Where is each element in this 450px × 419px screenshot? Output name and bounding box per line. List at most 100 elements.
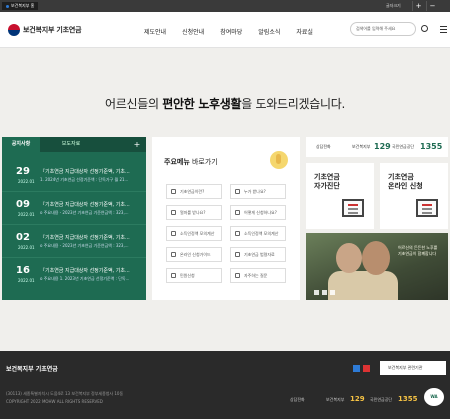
related-sites-select[interactable]: 보건복지부 관련기관: [380, 361, 446, 375]
notice-day: 09: [16, 199, 30, 210]
tab-notice[interactable]: 공지사항: [2, 137, 40, 152]
quick-link-income-calc[interactable]: 소득인정액 모의계산: [166, 226, 222, 241]
top-utility-bar: 보건복지부 홈 글자크기 + −: [0, 0, 450, 12]
notice-title: 『기초연금 지급대상자 선정기준액, 기초...: [40, 235, 130, 241]
mohw-label: 보건복지부: [352, 144, 371, 149]
person-icon: [235, 189, 240, 194]
card-title: 기초연금 온라인 신청: [388, 173, 423, 191]
hero-suffix: 을 도와드리겠습니다.: [241, 97, 345, 111]
promo-banner[interactable]: 어르신의 든든한 노후를 기초연금이 함께합니다: [306, 233, 448, 300]
notice-summary: o 주요내용 - 2023년 기초연금 기준연금액 : 323,...: [40, 210, 129, 215]
mohw-phone[interactable]: 129: [374, 142, 391, 151]
nav-item-system[interactable]: 제도안내: [144, 27, 166, 36]
quick-link-label: 기초연금 법령자료: [244, 252, 275, 257]
quick-link-label: 민원신청: [180, 273, 195, 278]
search-input[interactable]: 검색어를 입력해 주세요: [350, 22, 428, 36]
banner-text: 어르신의 든든한 노후를 기초연금이 함께합니다: [398, 245, 438, 256]
counsel-phone-bar: 상담전화 보건복지부 129 국민연금공단 1355: [306, 137, 448, 157]
notice-year-month: 2022.01: [18, 179, 35, 184]
related-sites-label: 보건복지부 관련기관: [388, 365, 423, 370]
quick-link-income-calc-2[interactable]: 소득인정액 모의계산: [230, 226, 286, 241]
taeguk-emblem-icon: [8, 24, 20, 36]
footer-address: (30113) 세종특별자치시 도움4로 13 보건복지부 정부세종청사 10동: [6, 391, 124, 396]
site-header: 보건복지부 기초연금 제도안내 신청안내 참여마당 알림소식 자료실 검색어를 …: [0, 12, 450, 48]
quick-link-what[interactable]: 기초연금이란?: [166, 184, 222, 199]
prev-icon[interactable]: [314, 290, 319, 295]
nav-item-news[interactable]: 알림소식: [258, 27, 280, 36]
footer-tel-label: 상담전화: [290, 397, 305, 402]
card-title-line1: 기초연금: [314, 173, 340, 181]
notice-title: 『기초연금 지급대상자 선정기준액, 기초...: [40, 202, 130, 208]
banner-controls: [314, 290, 335, 295]
tab-press[interactable]: 보도자료: [54, 137, 88, 152]
book-icon: [235, 252, 240, 257]
footer-tel2-label: 국민연금공단: [370, 397, 393, 402]
notice-tabs: 공지사항 보도자료 +: [2, 137, 146, 152]
notice-item[interactable]: 16 2022.01 『기초연금 지급대상자 선정기준액, 기초... o 주요…: [2, 261, 146, 291]
notice-year-month: 2022.01: [18, 245, 35, 250]
footer-tel1-label: 보건복지부: [326, 397, 345, 402]
notice-item[interactable]: 02 2022.01 『기초연금 지급대상자 선정기준액, 기초... o 주요…: [2, 228, 146, 258]
hero-highlight: 편안한 노후생활: [162, 97, 242, 111]
youtube-icon[interactable]: [363, 365, 370, 372]
card-title: 기초연금 자가진단: [314, 173, 340, 191]
monitor-icon: [171, 252, 176, 257]
pause-icon[interactable]: [322, 290, 327, 295]
mohw-home-link[interactable]: 보건복지부 홈: [2, 2, 39, 10]
nps-label: 국민연금공단: [392, 144, 415, 149]
footer-tel1[interactable]: 129: [350, 395, 365, 403]
banner-photo-body: [328, 271, 398, 300]
nav-item-archive[interactable]: 자료실: [296, 27, 313, 36]
quick-link-law[interactable]: 기초연금 법령자료: [230, 247, 286, 262]
footer-site-name: 보건복지부 기초연금: [6, 366, 58, 373]
search-placeholder: 검색어를 입력해 주세요: [356, 26, 396, 31]
self-check-card[interactable]: 기초연금 자가진단: [306, 163, 374, 229]
quick-link-label: 기초연금이란?: [180, 189, 205, 194]
notice-day: 02: [16, 232, 30, 243]
quick-link-who[interactable]: 누가 받나요?: [230, 184, 286, 199]
computer-icon: [416, 199, 438, 217]
font-decrease-button[interactable]: −: [426, 1, 438, 11]
card-title-line1: 기초연금: [388, 173, 414, 181]
card-title-line2: 자가진단: [314, 182, 340, 190]
font-increase-button[interactable]: +: [412, 1, 424, 11]
quick-link-how[interactable]: 어떻게 신청하나요?: [230, 205, 286, 220]
question-icon: [235, 273, 240, 278]
pointing-hand-icon: [270, 151, 288, 169]
counsel-label: 상담전화: [316, 144, 331, 149]
money-icon: [171, 210, 176, 215]
nav-item-apply[interactable]: 신청안내: [182, 27, 204, 36]
quick-link-faq[interactable]: 자주하는 질문: [230, 268, 286, 283]
site-footer: 보건복지부 기초연금 보건복지부 관련기관 (30113) 세종특별자치시 도움…: [0, 351, 450, 419]
quick-title-bold: 주요메뉴: [164, 158, 190, 166]
calculator-icon: [171, 231, 176, 236]
online-apply-card[interactable]: 기초연금 온라인 신청: [380, 163, 448, 229]
menu-icon[interactable]: [440, 26, 447, 33]
nav-item-participate[interactable]: 참여마당: [220, 27, 242, 36]
notice-item[interactable]: 09 2022.01 『기초연금 지급대상자 선정기준액, 기초... o 주요…: [2, 195, 146, 225]
notice-more-button[interactable]: +: [130, 137, 144, 152]
notice-day: 29: [16, 166, 30, 177]
quick-link-complaint[interactable]: 민원신청: [166, 268, 222, 283]
notice-year-month: 2022.01: [18, 278, 35, 283]
site-logo[interactable]: 보건복지부 기초연금: [8, 24, 82, 36]
notice-summary: o 주요내용 - 2023년 기초연금 기준연금액 : 323,...: [40, 243, 129, 248]
quick-link-label: 소득인정액 모의계산: [244, 231, 279, 236]
web-accessibility-badge: WA: [424, 388, 444, 406]
notice-item[interactable]: 29 2022.01 『기초연금 지급대상자 선정기준액, 기초... 1. 2…: [2, 162, 146, 192]
quick-link-amount[interactable]: 얼마를 받나요?: [166, 205, 222, 220]
search-icon[interactable]: [421, 25, 428, 32]
nps-phone[interactable]: 1355: [420, 142, 442, 151]
document-icon: [235, 210, 240, 215]
quick-link-label: 온라인 신청가이드: [180, 252, 211, 257]
hero-prefix: 어르신들의: [105, 97, 163, 111]
banner-photo-person: [336, 243, 362, 273]
notice-year-month: 2022.01: [18, 212, 35, 217]
footer-tel1-number: 129: [350, 395, 365, 403]
quick-link-label: 얼마를 받나요?: [180, 210, 206, 215]
quick-link-online-guide[interactable]: 온라인 신청가이드: [166, 247, 222, 262]
next-icon[interactable]: [330, 290, 335, 295]
twitter-icon[interactable]: [353, 365, 360, 372]
footer-tel2[interactable]: 1355: [398, 395, 417, 403]
notice-title: 『기초연금 지급대상자 선정기준액, 기초...: [40, 169, 130, 175]
